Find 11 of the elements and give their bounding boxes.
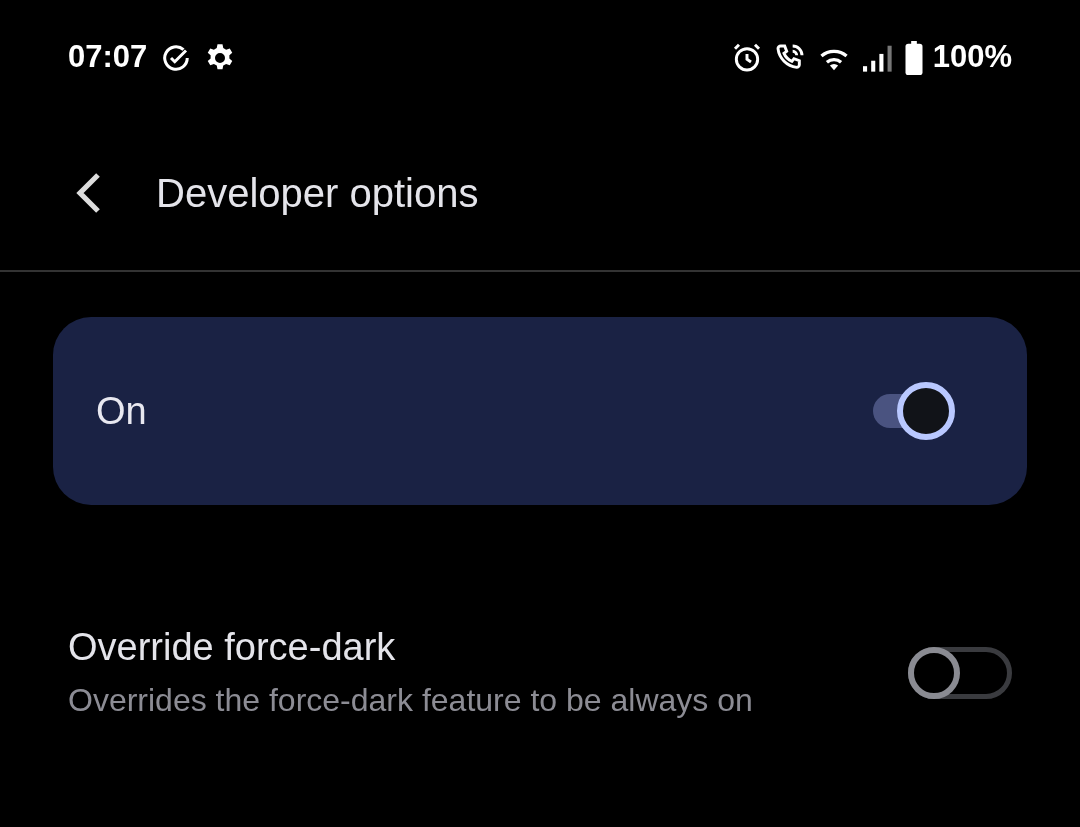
check-circle-icon <box>161 42 192 73</box>
battery-percentage: 100% <box>932 38 1012 77</box>
toggle-switch[interactable] <box>908 645 1012 701</box>
battery-icon <box>904 40 923 75</box>
main-switch-label: On <box>96 388 147 434</box>
setting-title: Override force-dark <box>68 625 397 670</box>
page-title: Developer options <box>156 169 479 217</box>
setting-description: Overrides the force-dark feature to be always on <box>68 681 754 720</box>
main-switch-card[interactable]: On <box>53 317 1027 505</box>
status-time: 07:07 <box>68 38 148 77</box>
back-icon <box>74 170 102 215</box>
